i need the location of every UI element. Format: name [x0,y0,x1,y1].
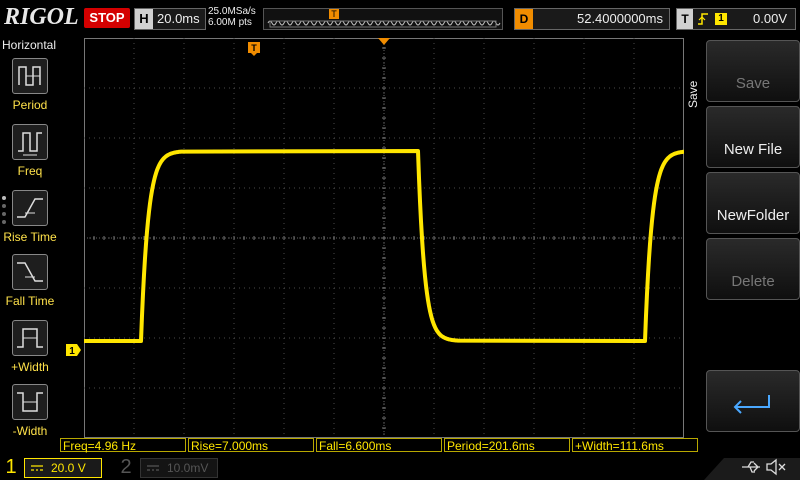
fall-time-label[interactable]: Fall Time [0,294,60,308]
ch2-scale: 10.0mV [167,461,209,475]
right-menu-title: Save [686,80,700,108]
sample-rate: 25.0MSa/s [208,6,256,17]
rising-edge-icon [696,10,710,32]
period-label[interactable]: Period [0,98,60,112]
ch1-scale-box[interactable]: 20.0 V [24,458,102,478]
positive-width-icon[interactable] [12,320,48,356]
ch1-scale: 20.0 V [51,461,86,475]
mute-icon[interactable] [765,458,787,476]
horizontal-measure-menu: Horizontal Period Freq Rise Time Fall Ti… [0,38,60,438]
new-file-button-label: New File [723,141,783,158]
new-file-button[interactable]: New File [706,106,800,168]
svg-text:1: 1 [69,346,75,356]
trigger-position-marker[interactable]: T [248,42,260,56]
memory-timeline[interactable]: T [263,8,503,30]
save-button-label: Save [735,75,771,92]
save-menu: Save Save New File NewFolder Delete [686,38,800,438]
trigger-label: T [677,9,693,29]
delay-box[interactable]: D 52.4000000ms [514,8,670,30]
measurement-freq[interactable]: Freq=4.96 Hz [60,438,186,453]
delay-label: D [515,9,533,29]
channel-status-bar: 1 20.0 V 2 10.0mV [0,454,800,480]
delete-button-label: Delete [731,273,775,290]
page-dot [2,220,6,224]
timebase-box[interactable]: H 20.0ms [134,8,206,30]
dc-coupling-icon [31,465,43,471]
ch2-scale-box[interactable]: 10.0mV [140,458,218,478]
measurement-rise[interactable]: Rise=7.000ms [188,438,314,453]
measurement-fall[interactable]: Fall=6.600ms [316,438,442,453]
top-status-bar: RIGOL STOP H 20.0ms 25.0MSa/s 6.00M pts … [0,0,800,36]
trigger-box[interactable]: T 1 0.00V [676,8,796,30]
new-folder-button[interactable]: NewFolder [706,172,800,234]
return-arrow-icon [733,395,770,414]
measurement-period[interactable]: Period=201.6ms [444,438,570,453]
fall-time-icon[interactable] [12,254,48,290]
run-stop-status[interactable]: STOP [84,8,130,28]
timeline-trigger-marker: T [331,9,337,19]
memory-depth: 6.00M pts [208,17,252,28]
waveform-display[interactable] [83,37,685,439]
negative-width-label[interactable]: -Width [0,424,60,438]
ch1-number[interactable]: 1 [2,456,20,478]
measurement-bar: Freq=4.96 Hz Rise=7.000ms Fall=6.600ms P… [60,438,700,454]
frequency-icon[interactable] [12,124,48,160]
rigol-logo: RIGOL [4,4,79,30]
delay-value: 52.4000000ms [576,11,663,26]
memory-waveform-preview: T [267,9,501,28]
svg-text:T: T [251,43,257,53]
rise-time-icon[interactable] [12,190,48,226]
measurement-positive-width[interactable]: +Width=111.6ms [572,438,698,453]
ch1-offset-marker[interactable]: 1 [66,344,82,356]
period-icon[interactable] [12,58,48,94]
acquisition-info: 25.0MSa/s 6.00M pts [208,6,256,28]
delete-button[interactable]: Delete [706,238,800,300]
dc-coupling-icon [147,465,159,471]
trigger-source: 1 [715,13,727,25]
left-menu-title: Horizontal [2,38,57,52]
page-dot [2,204,6,208]
positive-width-label[interactable]: +Width [0,360,60,374]
trigger-level: 0.00V [753,11,787,26]
usb-icon [742,461,760,473]
waveform-graticule [83,37,685,439]
timebase-value: 20.0ms [157,11,200,26]
save-button[interactable]: Save [706,40,800,102]
page-dot [2,196,6,200]
center-marker [378,38,390,45]
return-button[interactable] [706,370,800,432]
rise-time-label[interactable]: Rise Time [0,230,60,244]
page-dot [2,212,6,216]
new-folder-button-label: NewFolder [716,207,790,224]
negative-width-icon[interactable] [12,384,48,420]
horizontal-label: H [135,9,153,29]
ch2-number[interactable]: 2 [118,456,134,478]
freq-label[interactable]: Freq [0,164,60,178]
